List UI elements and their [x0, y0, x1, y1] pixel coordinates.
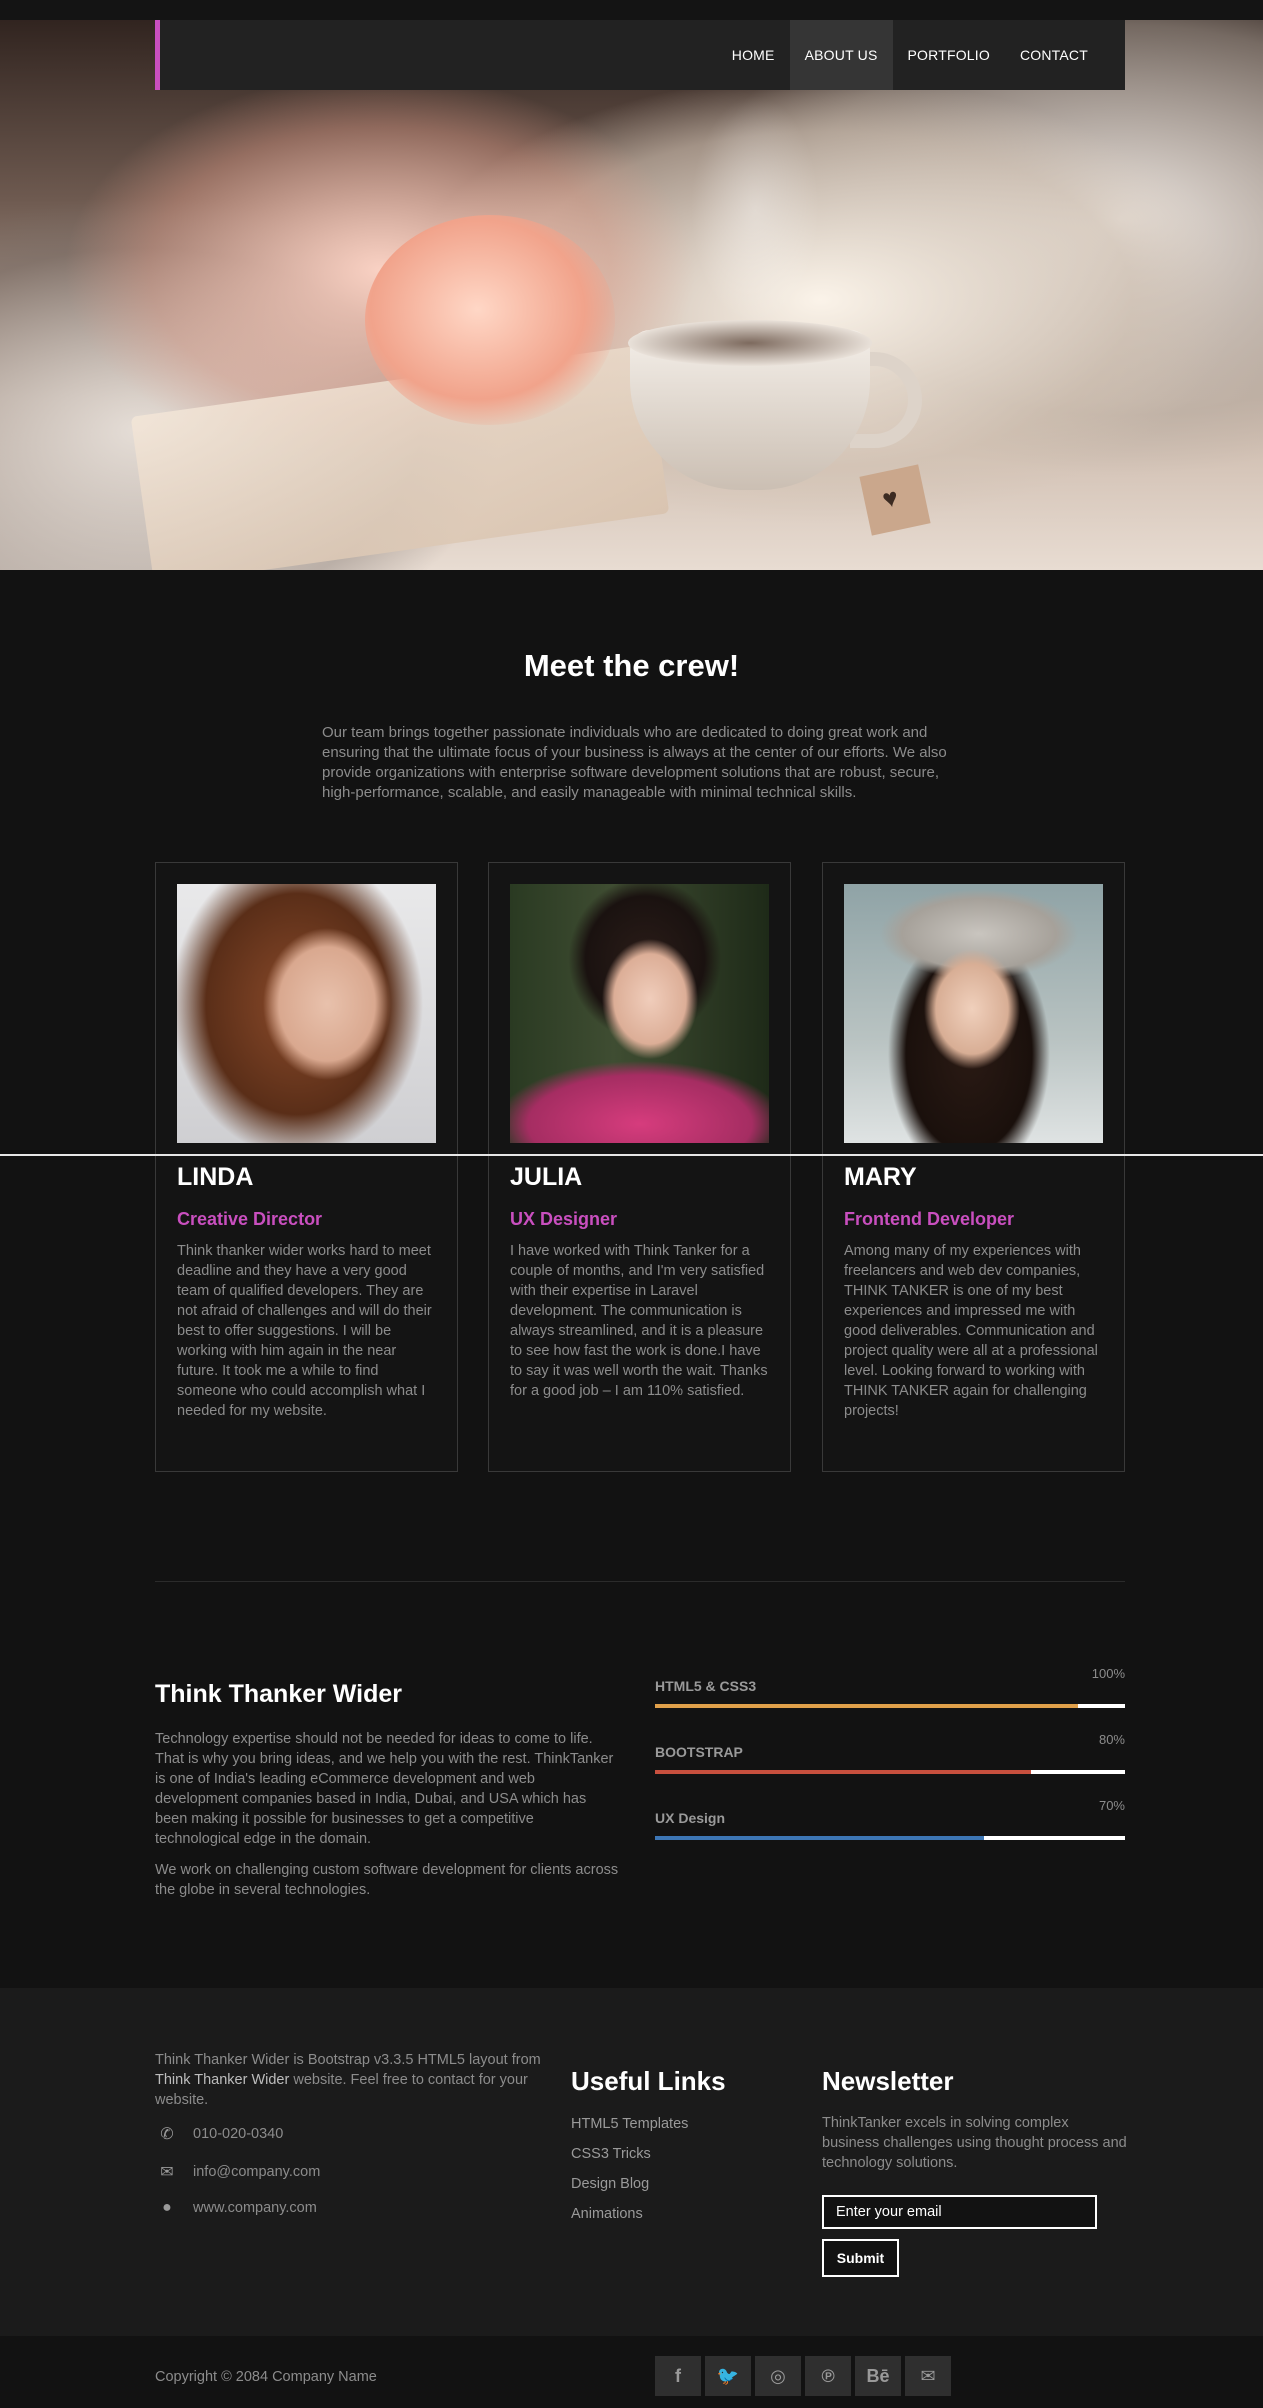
- dribbble-icon[interactable]: ◎: [755, 2356, 801, 2396]
- behance-icon[interactable]: Bē: [855, 2356, 901, 2396]
- skill-label: UX Design: [655, 1810, 726, 1826]
- footer-about-text: Think Thanker Wider is Bootstrap v3.3.5 …: [155, 2052, 541, 2068]
- skill-fill: [655, 1704, 1078, 1708]
- pinterest-icon[interactable]: ℗: [805, 2356, 851, 2396]
- crew-intro: Our team brings together passionate indi…: [322, 724, 947, 801]
- footer-email-text[interactable]: info@company.com: [193, 2164, 320, 2180]
- skill-track: [655, 1836, 1125, 1840]
- skill-label: HTML5 & CSS3: [655, 1678, 757, 1694]
- footer-website-text[interactable]: www.company.com: [193, 2200, 317, 2216]
- about-paragraph: Technology expertise should not be neede…: [155, 1731, 614, 1847]
- team-role: UX Designer: [510, 1209, 618, 1229]
- mail-icon[interactable]: ✉: [905, 2356, 951, 2396]
- nav-home[interactable]: HOME: [717, 20, 790, 90]
- footer-link-design-blog[interactable]: Design Blog: [571, 2176, 649, 2192]
- footer-phone-text: 010-020-0340: [193, 2126, 284, 2142]
- skill-percent: 100%: [1091, 1666, 1125, 1681]
- crew-title: Meet the crew!: [523, 648, 740, 683]
- skill-track: [655, 1704, 1125, 1708]
- team-card-julia: JULIA UX Designer I have worked with Thi…: [488, 862, 791, 1472]
- skill-percent: 80%: [1098, 1732, 1125, 1747]
- footer-link-css3-tricks[interactable]: CSS3 Tricks: [571, 2146, 651, 2162]
- team-card-linda: LINDA Creative Director Think thanker wi…: [155, 862, 458, 1472]
- twitter-icon[interactable]: 🐦: [705, 2356, 751, 2396]
- footer-about-brand: Think Thanker Wider: [155, 2072, 290, 2088]
- top-strip: [0, 0, 1263, 20]
- newsletter-email-input[interactable]: [822, 2195, 1097, 2229]
- team-name: LINDA: [177, 1163, 254, 1191]
- useful-links-heading: Useful Links: [571, 2066, 726, 2096]
- hero-steam: [690, 95, 820, 325]
- envelope-icon: ✉: [160, 2164, 174, 2181]
- hero-flower: [365, 215, 615, 425]
- newsletter-submit-button[interactable]: Submit: [822, 2239, 899, 2277]
- phone-icon: ✆: [160, 2126, 174, 2143]
- team-name: MARY: [844, 1163, 917, 1191]
- social-links: f 🐦 ◎ ℗ Bē ✉: [655, 2356, 951, 2396]
- hero-cup-rim: [628, 320, 872, 366]
- nav-contact[interactable]: CONTACT: [1005, 20, 1103, 90]
- hero-tea-tag: [859, 464, 931, 536]
- skill-percent: 70%: [1098, 1798, 1125, 1813]
- newsletter-heading: Newsletter: [822, 2066, 954, 2096]
- skill-label: BOOTSTRAP: [655, 1744, 743, 1760]
- facebook-icon[interactable]: f: [655, 2356, 701, 2396]
- nav-about-us[interactable]: ABOUT US: [789, 20, 893, 90]
- team-photo-linda: [177, 884, 436, 1143]
- footer-phone: ✆ 010-020-0340: [155, 2124, 283, 2144]
- team-photo-julia: [510, 884, 769, 1143]
- footer-website[interactable]: ● www.company.com: [155, 2199, 317, 2217]
- team-photo-mary: [844, 884, 1103, 1143]
- about-paragraph: We work on challenging custom software d…: [155, 1862, 619, 1898]
- main-navbar: HOME ABOUT US PORTFOLIO CONTACT: [155, 20, 1125, 90]
- footer-email[interactable]: ✉ info@company.com: [155, 2162, 320, 2182]
- footer-link-html5-templates[interactable]: HTML5 Templates: [571, 2116, 688, 2132]
- team-bio: I have worked with Think Tanker for a co…: [510, 1243, 768, 1399]
- skill-fill: [655, 1770, 1031, 1774]
- team-bio: Think thanker wider works hard to meet d…: [177, 1243, 432, 1419]
- section-divider: [155, 1581, 1125, 1582]
- team-role: Frontend Developer: [844, 1209, 1015, 1229]
- team-bio: Among many of my experiences with freela…: [844, 1243, 1098, 1419]
- copyright: Copyright © 2084 Company Name: [155, 2369, 377, 2385]
- footer-about: Think Thanker Wider is Bootstrap v3.3.5 …: [155, 2050, 550, 2110]
- nav-portfolio[interactable]: PORTFOLIO: [893, 20, 1005, 90]
- globe-icon: ●: [162, 2199, 172, 2216]
- about-title: Think Thanker Wider: [155, 1680, 403, 1708]
- footer-link-animations[interactable]: Animations: [571, 2206, 643, 2222]
- team-role: Creative Director: [177, 1209, 323, 1229]
- skill-fill: [655, 1836, 984, 1840]
- team-card-mary: MARY Frontend Developer Among many of my…: [822, 862, 1125, 1472]
- skill-track: [655, 1770, 1125, 1774]
- team-name: JULIA: [510, 1163, 583, 1191]
- newsletter-text: ThinkTanker excels in solving complex bu…: [822, 2115, 1127, 2171]
- horizontal-rule: [0, 1154, 1263, 1156]
